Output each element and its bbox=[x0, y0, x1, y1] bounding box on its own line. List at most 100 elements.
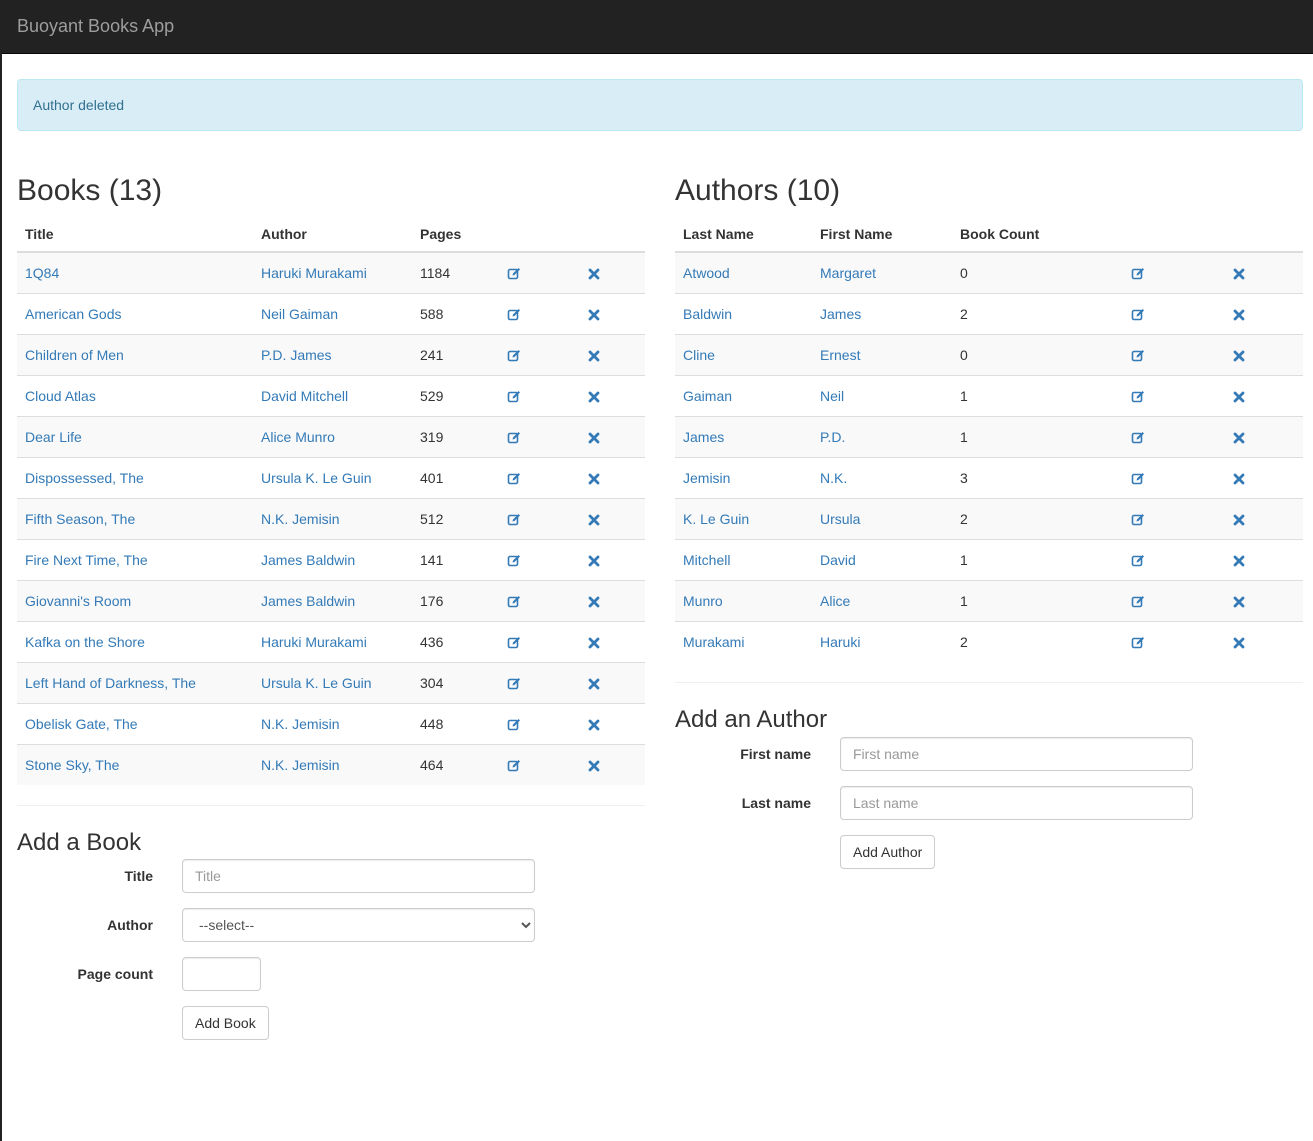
delete-icon[interactable] bbox=[1232, 592, 1246, 608]
books-title-link[interactable]: Children of Men bbox=[25, 347, 124, 363]
add-book-title-input[interactable] bbox=[182, 859, 535, 893]
authors-last-link[interactable]: James bbox=[683, 429, 724, 445]
authors-last-link[interactable]: Baldwin bbox=[683, 306, 732, 322]
edit-icon[interactable] bbox=[1130, 592, 1145, 608]
authors-first-link[interactable]: Haruki bbox=[820, 634, 860, 650]
delete-icon[interactable] bbox=[587, 428, 601, 444]
books-title-link[interactable]: Left Hand of Darkness, The bbox=[25, 675, 196, 691]
authors-last-link[interactable]: Munro bbox=[683, 593, 723, 609]
add-author-last-input[interactable] bbox=[840, 786, 1193, 820]
edit-icon[interactable] bbox=[506, 510, 521, 526]
authors-first-link[interactable]: David bbox=[820, 552, 856, 568]
delete-icon[interactable] bbox=[587, 387, 601, 403]
books-author-link[interactable]: Neil Gaiman bbox=[261, 306, 338, 322]
edit-icon[interactable] bbox=[506, 757, 521, 773]
edit-icon[interactable] bbox=[1130, 551, 1145, 567]
delete-icon[interactable] bbox=[587, 757, 601, 773]
edit-icon[interactable] bbox=[1130, 387, 1145, 403]
books-title-link[interactable]: Giovanni's Room bbox=[25, 593, 131, 609]
edit-icon[interactable] bbox=[506, 592, 521, 608]
books-title-link[interactable]: Obelisk Gate, The bbox=[25, 716, 138, 732]
edit-icon[interactable] bbox=[506, 428, 521, 444]
delete-icon[interactable] bbox=[587, 551, 601, 567]
delete-icon[interactable] bbox=[587, 674, 601, 690]
delete-icon[interactable] bbox=[1232, 305, 1246, 321]
delete-icon[interactable] bbox=[587, 592, 601, 608]
edit-icon[interactable] bbox=[1130, 510, 1145, 526]
books-author-link[interactable]: P.D. James bbox=[261, 347, 332, 363]
books-title-link[interactable]: American Gods bbox=[25, 306, 121, 322]
edit-icon[interactable] bbox=[1130, 265, 1145, 281]
authors-last-link[interactable]: Murakami bbox=[683, 634, 744, 650]
books-author-link[interactable]: Ursula K. Le Guin bbox=[261, 675, 372, 691]
delete-icon[interactable] bbox=[1232, 634, 1246, 650]
edit-icon[interactable] bbox=[1130, 346, 1145, 362]
books-author-link[interactable]: Haruki Murakami bbox=[261, 634, 367, 650]
books-author-link[interactable]: David Mitchell bbox=[261, 388, 348, 404]
delete-icon[interactable] bbox=[1232, 551, 1246, 567]
authors-first-link[interactable]: Ernest bbox=[820, 347, 860, 363]
books-author-link[interactable]: N.K. Jemisin bbox=[261, 716, 340, 732]
authors-last-link[interactable]: Atwood bbox=[683, 265, 730, 281]
edit-icon[interactable] bbox=[506, 551, 521, 567]
add-book-pages-input[interactable] bbox=[182, 957, 261, 991]
books-title-link[interactable]: Dispossessed, The bbox=[25, 470, 144, 486]
delete-icon[interactable] bbox=[587, 469, 601, 485]
books-title-link[interactable]: Kafka on the Shore bbox=[25, 634, 145, 650]
books-author-link[interactable]: N.K. Jemisin bbox=[261, 757, 340, 773]
edit-icon[interactable] bbox=[506, 387, 521, 403]
books-author-link[interactable]: Alice Munro bbox=[261, 429, 335, 445]
authors-first-link[interactable]: Margaret bbox=[820, 265, 876, 281]
books-author-link[interactable]: James Baldwin bbox=[261, 552, 355, 568]
books-title-link[interactable]: Stone Sky, The bbox=[25, 757, 119, 773]
books-title-link[interactable]: Dear Life bbox=[25, 429, 82, 445]
delete-icon[interactable] bbox=[587, 346, 601, 362]
delete-icon[interactable] bbox=[587, 715, 601, 731]
authors-last-link[interactable]: Mitchell bbox=[683, 552, 730, 568]
edit-icon[interactable] bbox=[1130, 469, 1145, 485]
navbar-brand[interactable]: Buoyant Books App bbox=[17, 16, 174, 37]
books-author-link[interactable]: Ursula K. Le Guin bbox=[261, 470, 372, 486]
add-book-author-select[interactable]: --select-- bbox=[182, 908, 535, 942]
authors-first-link[interactable]: Neil bbox=[820, 388, 844, 404]
edit-icon[interactable] bbox=[1130, 428, 1145, 444]
authors-last-link[interactable]: K. Le Guin bbox=[683, 511, 749, 527]
authors-first-link[interactable]: P.D. bbox=[820, 429, 845, 445]
delete-icon[interactable] bbox=[1232, 265, 1246, 281]
edit-icon[interactable] bbox=[506, 469, 521, 485]
delete-icon[interactable] bbox=[1232, 346, 1246, 362]
edit-icon[interactable] bbox=[506, 633, 521, 649]
books-title-link[interactable]: Cloud Atlas bbox=[25, 388, 96, 404]
books-title-link[interactable]: Fifth Season, The bbox=[25, 511, 135, 527]
edit-icon[interactable] bbox=[506, 305, 521, 321]
add-author-button[interactable]: Add Author bbox=[840, 835, 936, 869]
delete-icon[interactable] bbox=[1232, 469, 1246, 485]
books-title-link[interactable]: Fire Next Time, The bbox=[25, 552, 148, 568]
edit-icon[interactable] bbox=[1130, 634, 1145, 650]
books-author-link[interactable]: N.K. Jemisin bbox=[261, 511, 340, 527]
books-author-link[interactable]: James Baldwin bbox=[261, 593, 355, 609]
edit-icon[interactable] bbox=[1130, 305, 1145, 321]
delete-icon[interactable] bbox=[587, 265, 601, 281]
add-book-button[interactable]: Add Book bbox=[182, 1006, 269, 1040]
authors-first-link[interactable]: Alice bbox=[820, 593, 850, 609]
delete-icon[interactable] bbox=[1232, 510, 1246, 526]
add-author-first-input[interactable] bbox=[840, 737, 1193, 771]
edit-icon[interactable] bbox=[506, 265, 521, 281]
books-author-link[interactable]: Haruki Murakami bbox=[261, 265, 367, 281]
authors-first-link[interactable]: James bbox=[820, 306, 861, 322]
delete-icon[interactable] bbox=[1232, 428, 1246, 444]
delete-icon[interactable] bbox=[587, 510, 601, 526]
books-title-link[interactable]: 1Q84 bbox=[25, 265, 59, 281]
delete-icon[interactable] bbox=[587, 633, 601, 649]
authors-last-link[interactable]: Gaiman bbox=[683, 388, 732, 404]
authors-last-link[interactable]: Cline bbox=[683, 347, 715, 363]
authors-last-link[interactable]: Jemisin bbox=[683, 470, 730, 486]
delete-icon[interactable] bbox=[587, 305, 601, 321]
delete-icon[interactable] bbox=[1232, 387, 1246, 403]
authors-first-link[interactable]: N.K. bbox=[820, 470, 847, 486]
authors-first-link[interactable]: Ursula bbox=[820, 511, 860, 527]
edit-icon[interactable] bbox=[506, 346, 521, 362]
edit-icon[interactable] bbox=[506, 674, 521, 690]
edit-icon[interactable] bbox=[506, 715, 521, 731]
